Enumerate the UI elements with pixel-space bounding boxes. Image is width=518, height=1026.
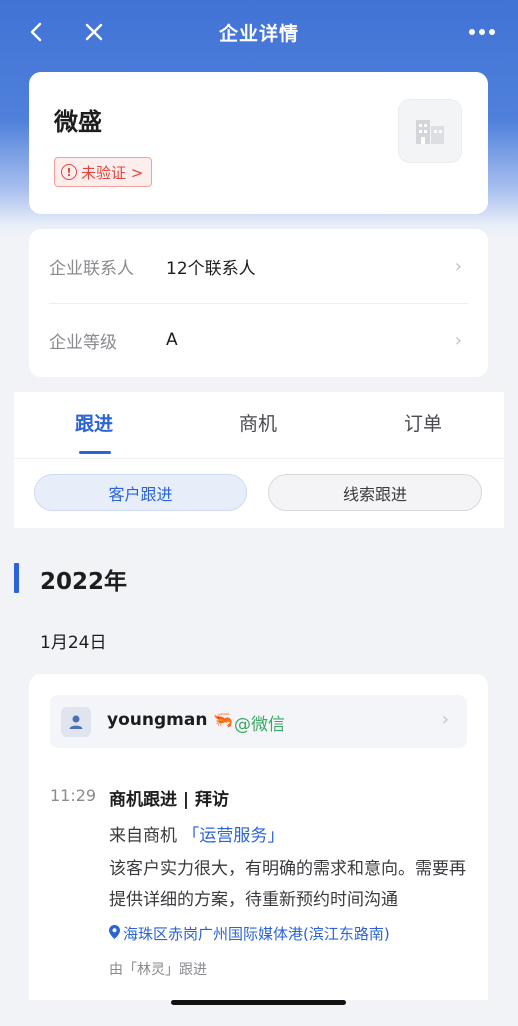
user-icon <box>61 707 91 737</box>
back-icon[interactable] <box>18 14 54 50</box>
company-card: 微盛 ! 未验证 > <box>29 72 488 214</box>
timeline-date: 1月24日 <box>40 633 107 653</box>
timeline-year: 2022年 <box>40 569 128 595</box>
tab-opportunity[interactable]: 商机 <box>198 409 318 436</box>
contacts-label: 企业联系人 <box>49 258 134 279</box>
chevron-right-icon: › <box>454 255 462 277</box>
opportunity-link[interactable]: 「运营服务」 <box>182 826 284 846</box>
segment-lead-follow-up[interactable]: 线索跟进 <box>268 474 482 511</box>
segment-customer-follow-up[interactable]: 客户跟进 <box>34 474 247 511</box>
more-icon[interactable] <box>462 14 502 50</box>
tab-order[interactable]: 订单 <box>363 409 483 436</box>
level-label: 企业等级 <box>49 332 117 353</box>
user-source: @微信 <box>234 715 285 735</box>
record-source: 来自商机 「运营服务」 <box>109 821 284 846</box>
location-text: 海珠区赤岗广州国际媒体港(滨江东路南) <box>123 925 390 943</box>
year-marker <box>14 563 19 593</box>
record-title: 商机跟进 | 拜访 <box>109 790 230 810</box>
active-tab-indicator <box>79 451 111 454</box>
record-body: 该客户实力很大，有明确的需求和意向。需要再提供详细的方案，待重新预约时间沟通 <box>109 859 466 910</box>
nav-bar: 企业详情 <box>0 0 518 64</box>
record-location[interactable]: 海珠区赤岗广州国际媒体港(滨江东路南) <box>109 923 390 944</box>
building-icon <box>398 99 462 163</box>
record-user-row[interactable]: youngman 🦐 @微信 › <box>50 695 467 748</box>
page-title: 企业详情 <box>218 22 299 45</box>
tab-follow-up[interactable]: 跟进 <box>34 409 154 436</box>
chevron-right-icon: › <box>441 709 449 730</box>
contacts-value: 12个联系人 <box>166 258 256 279</box>
user-name: youngman <box>107 710 208 730</box>
company-info-card: 企业联系人 12个联系人 › 企业等级 A › <box>29 229 488 377</box>
location-pin-icon <box>109 924 120 943</box>
company-name: 微盛 <box>54 108 102 136</box>
follow-up-record-card: youngman 🦐 @微信 › 11:29 商机跟进 | 拜访 来自商机 「运… <box>29 674 488 1000</box>
level-row[interactable]: 企业等级 A › <box>29 303 488 377</box>
level-value: A <box>166 330 178 350</box>
divider <box>14 458 504 459</box>
home-indicator <box>171 1000 346 1005</box>
close-icon[interactable] <box>76 14 112 50</box>
record-time: 11:29 <box>50 786 97 805</box>
user-emoji: 🦐 <box>213 710 233 729</box>
alert-icon: ! <box>61 164 77 180</box>
verify-status-badge[interactable]: ! 未验证 > <box>54 157 153 187</box>
verify-status-label: 未验证 > <box>81 163 144 182</box>
chevron-right-icon: › <box>454 329 462 351</box>
record-owner: 由「林灵」跟进 <box>109 962 207 978</box>
tabs-panel: 跟进 商机 订单 客户跟进 线索跟进 <box>14 392 504 528</box>
record-source-prefix: 来自商机 <box>109 826 177 846</box>
contacts-row[interactable]: 企业联系人 12个联系人 › <box>29 229 488 303</box>
